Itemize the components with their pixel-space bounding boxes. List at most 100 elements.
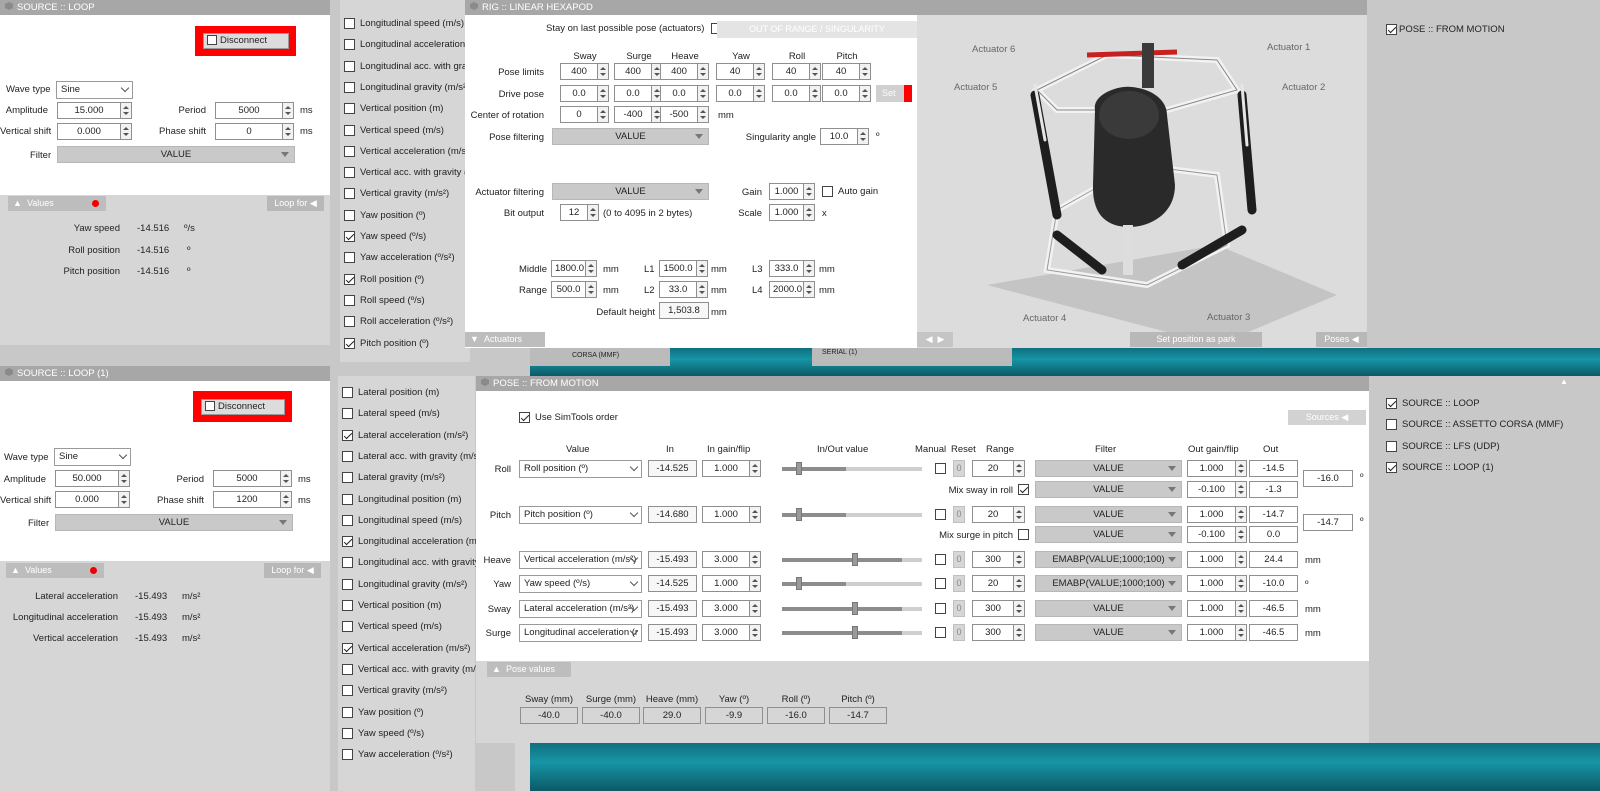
- pose-row-inout-slider[interactable]: [782, 462, 922, 475]
- pose-row-outgain[interactable]: 1.000: [1187, 460, 1236, 477]
- pose-row-ingain[interactable]: 1.000: [702, 460, 750, 477]
- list1-item[interactable]: Longitudinal acceleration (m: [344, 39, 479, 50]
- rig-bit-field[interactable]: 12: [560, 204, 588, 221]
- rig-l2-field[interactable]: 33.0: [659, 281, 697, 298]
- list1-item[interactable]: Vertical acceleration (m/s²): [344, 145, 472, 157]
- rig-range-spinner[interactable]: [586, 281, 597, 298]
- loop1-vshift-spinner[interactable]: [121, 123, 132, 140]
- sources-list-item[interactable]: SOURCE :: LOOP (1): [1386, 461, 1494, 473]
- list2-checkbox[interactable]: [342, 493, 353, 505]
- pose-row-outgain-spinner[interactable]: [1236, 551, 1247, 568]
- sources-collapse-arrow[interactable]: ▲: [1560, 377, 1568, 386]
- list1-item[interactable]: Roll position (º): [344, 273, 424, 285]
- pose-row-source-select[interactable]: Pitch position (º): [519, 506, 642, 524]
- pose-row-ingain[interactable]: 1.000: [702, 506, 750, 523]
- rig-l2-spinner[interactable]: [697, 281, 708, 298]
- list1-checkbox[interactable]: [344, 103, 355, 115]
- sources-list-item[interactable]: SOURCE :: LFS (UDP): [1386, 440, 1500, 452]
- pose-row-outgain[interactable]: 1.000: [1187, 551, 1236, 568]
- loop1-disconnect-button[interactable]: Disconnect: [203, 33, 289, 49]
- list2-item[interactable]: Yaw position (º): [342, 706, 424, 718]
- loop1-disconnect-checkbox[interactable]: [207, 35, 217, 46]
- pose-row-ingain-spinner[interactable]: [750, 600, 761, 617]
- pose-row-filter[interactable]: VALUE: [1035, 460, 1182, 477]
- list2-item[interactable]: Vertical position (m): [342, 600, 441, 611]
- list2-checkbox[interactable]: [342, 600, 353, 611]
- list2-item[interactable]: Vertical acceleration (m/s²): [342, 642, 470, 654]
- pose-row-source-select[interactable]: Yaw speed (º/s): [519, 575, 642, 593]
- loop1-wave-select[interactable]: Sine: [56, 81, 133, 99]
- list2-item[interactable]: Lateral position (m): [342, 387, 439, 398]
- list2-item[interactable]: Longitudinal speed (m/s): [342, 514, 462, 526]
- pose-row-ingain-spinner[interactable]: [750, 575, 761, 592]
- loop2-disconnect-checkbox[interactable]: [205, 401, 215, 412]
- list2-checkbox[interactable]: [342, 685, 353, 697]
- pose-row-source-select[interactable]: Longitudinal acceleration (r: [519, 624, 642, 642]
- list1-item[interactable]: Vertical position (m): [344, 103, 443, 114]
- loop1-phase-spinner[interactable]: [283, 123, 294, 140]
- list1-checkbox[interactable]: [344, 81, 355, 93]
- pose-row-outgain[interactable]: 1.000: [1187, 575, 1236, 592]
- pose-mix-surge-filter[interactable]: VALUE: [1035, 526, 1182, 543]
- rig-bit-spinner[interactable]: [588, 204, 599, 221]
- pose-row-source-select[interactable]: Vertical acceleration (m/s²): [519, 551, 642, 569]
- rig-drive-spinner[interactable]: [754, 85, 765, 102]
- list2-item[interactable]: Vertical acc. with gravity (m/s²): [342, 663, 487, 675]
- pose-row-outgain[interactable]: 1.000: [1187, 624, 1236, 641]
- list2-item[interactable]: Lateral acc. with gravity (m/s²): [342, 450, 485, 462]
- rig-l3-spinner[interactable]: [804, 260, 815, 277]
- pose-row-manual-checkbox[interactable]: [935, 509, 946, 520]
- pose-row-source-select[interactable]: Lateral acceleration (m/s²): [519, 600, 642, 618]
- pose-row-manual-checkbox[interactable]: [935, 578, 946, 589]
- pose-row-outgain[interactable]: 1.000: [1187, 600, 1236, 617]
- rig-actuators-tab[interactable]: ▼ Actuators: [465, 332, 545, 347]
- list1-item[interactable]: Pitch position (º): [344, 337, 429, 349]
- slider-thumb[interactable]: [796, 577, 802, 590]
- pose-row-ingain[interactable]: 1.000: [702, 575, 750, 592]
- pose-row-manual-checkbox[interactable]: [935, 627, 946, 638]
- list1-checkbox[interactable]: [344, 124, 355, 136]
- list2-checkbox[interactable]: [342, 578, 353, 590]
- list1-item[interactable]: Roll speed (º/s): [344, 294, 425, 306]
- list2-checkbox[interactable]: [342, 450, 353, 462]
- loop1-amplitude-field[interactable]: 15.000: [57, 102, 121, 119]
- loop2-loopfor-button[interactable]: Loop for ◀: [264, 563, 321, 578]
- pose-row-ingain[interactable]: 3.000: [702, 624, 750, 641]
- rig-sing-spinner[interactable]: [858, 128, 869, 145]
- loop1-loopfor-button[interactable]: Loop for ◀: [267, 196, 324, 211]
- loop2-title-bar[interactable]: SOURCE :: LOOP (1): [0, 366, 330, 381]
- list1-item[interactable]: Vertical speed (m/s): [344, 124, 444, 136]
- loop2-wave-select[interactable]: Sine: [54, 448, 131, 466]
- rig-pose_limits-field[interactable]: 400: [560, 63, 598, 80]
- list2-item[interactable]: Longitudinal position (m): [342, 493, 462, 505]
- list1-checkbox[interactable]: [344, 167, 355, 179]
- pose-row-manual-checkbox[interactable]: [935, 463, 946, 474]
- rig-cor-spinner[interactable]: [598, 106, 609, 123]
- pose-row-range-spinner[interactable]: [1014, 460, 1025, 477]
- rig-range-field[interactable]: 500.0: [551, 281, 586, 298]
- list1-checkbox[interactable]: [344, 39, 355, 51]
- pose-row-reset[interactable]: 0: [953, 506, 965, 523]
- rig-pose_limits-field[interactable]: 400: [660, 63, 698, 80]
- pose-row-manual-checkbox[interactable]: [935, 603, 946, 614]
- rig-stay-row[interactable]: Stay on last possible pose (actuators): [546, 23, 724, 34]
- list2-item[interactable]: Lateral speed (m/s): [342, 408, 440, 419]
- loop1-amplitude-spinner[interactable]: [121, 102, 132, 119]
- list2-checkbox[interactable]: [342, 621, 353, 633]
- list2-item[interactable]: Longitudinal gravity (m/s²): [342, 578, 467, 590]
- pose-row-ingain-spinner[interactable]: [750, 506, 761, 523]
- pose-row-outgain-spinner[interactable]: [1236, 575, 1247, 592]
- rig-drive-field[interactable]: 0.0: [772, 85, 810, 102]
- list2-checkbox[interactable]: [342, 727, 353, 739]
- rig-gain-field[interactable]: 1.000: [769, 183, 804, 200]
- list2-checkbox[interactable]: [342, 514, 353, 526]
- rig-autogain-checkbox[interactable]: [822, 186, 833, 197]
- loop1-filter-dropdown[interactable]: VALUE: [57, 146, 295, 163]
- rig-drive-spinner[interactable]: [698, 85, 709, 102]
- pose-row-inout-slider[interactable]: [782, 602, 922, 615]
- loop1-values-tab[interactable]: ▲ Values: [8, 196, 106, 211]
- rig-pose_limits-field[interactable]: 40: [822, 63, 860, 80]
- rig-sing-field[interactable]: 10.0: [820, 128, 858, 145]
- rig-scale-field[interactable]: 1.000: [769, 204, 804, 221]
- pose-mix-sway-checkbox[interactable]: [1018, 484, 1029, 495]
